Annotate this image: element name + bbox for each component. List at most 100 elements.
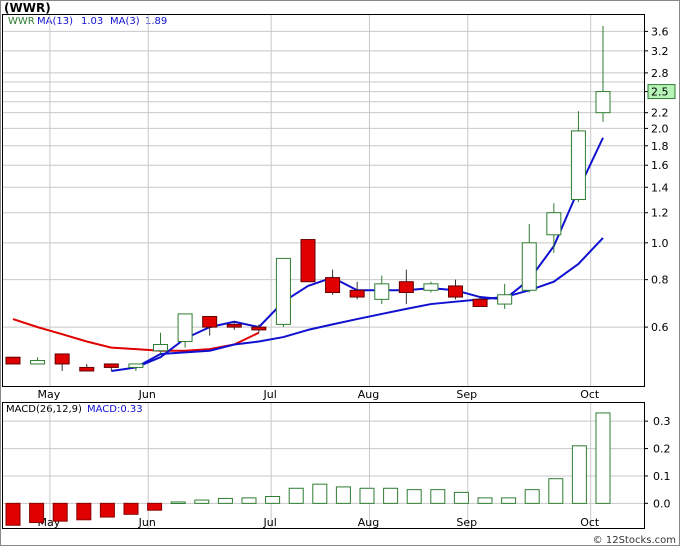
candle-body-up <box>374 283 390 300</box>
macd-tick-label: 0.0 <box>653 497 671 510</box>
macd-axis: 0.3 0.2 0.1 0.0 <box>644 415 671 510</box>
macd-bar-positive <box>265 496 281 504</box>
candle-body-down <box>251 326 267 331</box>
price-tick-label: 2.0 <box>651 122 669 135</box>
candle-body-up <box>177 313 193 342</box>
macd-month-axis: May Jun Jul Aug Sep Oct <box>38 516 600 529</box>
macd-bar-positive <box>453 491 469 504</box>
price-tick-label: 1.0 <box>651 237 669 250</box>
macd-bar-positive <box>194 499 210 504</box>
price-tick-label: 1.4 <box>651 181 669 194</box>
candle <box>153 332 168 354</box>
candle <box>300 239 316 283</box>
month-label: Oct <box>580 388 600 401</box>
price-tick-label: 3.6 <box>651 25 669 38</box>
macd-month-label: Oct <box>580 516 600 529</box>
macd-bar-positive <box>524 489 540 504</box>
candle-body-up <box>30 360 46 365</box>
macd-month-label: Sep <box>456 516 477 529</box>
candle-body-down <box>103 363 119 368</box>
candle-body-up <box>595 91 611 114</box>
candle-body-down <box>79 366 95 372</box>
macd-bar-positive <box>430 489 446 504</box>
price-tick-label: 0.6 <box>651 321 669 334</box>
month-label: May <box>38 388 61 401</box>
candle-body-up <box>423 283 439 291</box>
candle-body-up <box>275 257 291 325</box>
macd-bar-positive <box>335 486 351 504</box>
macd-tick-label: 0.2 <box>653 443 671 456</box>
month-label: Jun <box>138 388 156 401</box>
macd-legend: MACD(26,12,9) MACD:0.33 <box>6 404 143 415</box>
macd-month-label: Jun <box>138 516 156 529</box>
candle-body-up <box>153 344 168 352</box>
macd-bar-positive <box>217 497 233 504</box>
candle-body-down <box>349 289 365 298</box>
chart-title: (WWR) <box>4 1 51 15</box>
watermark: © 12Stocks.com <box>593 535 676 546</box>
price-tick-label: 0.8 <box>651 274 669 287</box>
macd-bar-negative <box>52 502 68 522</box>
candle <box>275 257 291 328</box>
macd-bar-positive <box>595 412 611 504</box>
month-label: Jul <box>262 388 276 401</box>
price-tick-label: 1.2 <box>651 207 669 220</box>
price-grid <box>2 14 644 386</box>
month-label: Sep <box>456 388 477 401</box>
candle-body-down <box>5 356 21 365</box>
macd-bar-negative <box>29 502 45 524</box>
macd-legend-value: MACD:0.33 <box>87 404 143 415</box>
price-tick-label: 3.2 <box>651 45 669 58</box>
candle <box>423 281 439 293</box>
candle <box>595 25 611 122</box>
macd-bar-positive <box>312 483 328 504</box>
candle-body-up <box>128 363 144 368</box>
macd-bar-positive <box>571 445 587 504</box>
macd-histogram <box>5 412 611 526</box>
legend-ma13-label: MA(13) <box>37 16 73 27</box>
legend-symbol: WWR <box>8 16 35 27</box>
macd-bar-positive <box>383 487 399 504</box>
macd-bar-negative <box>99 502 115 518</box>
candle-body-down <box>226 323 242 328</box>
candle <box>54 353 70 371</box>
candle-body-up <box>546 212 562 236</box>
macd-bar-positive <box>170 501 186 504</box>
candle <box>5 356 21 365</box>
macd-bar-positive <box>477 497 493 504</box>
macd-bar-positive <box>241 497 257 504</box>
macd-bar-positive <box>548 478 564 504</box>
candle-body-up <box>497 294 513 305</box>
candle <box>448 279 463 300</box>
price-tick-label: 1.8 <box>651 140 669 153</box>
candle-body-down <box>398 281 414 294</box>
price-legend: WWR MA(13) 1.03 MA(3) 1.89 <box>8 16 167 27</box>
candle <box>521 224 537 293</box>
macd-month-label: Aug <box>358 516 379 529</box>
candle <box>398 269 414 305</box>
price-axis: 3.6 3.2 2.8 2.2 2.0 1.8 1.6 1.4 1.2 1.0 0.8 0.6 <box>644 25 669 334</box>
macd-tick-label: 0.1 <box>653 470 671 483</box>
macd-legend-label: MACD(26,12,9) <box>6 404 82 415</box>
candle <box>128 363 144 371</box>
macd-tick-label: 0.3 <box>653 415 671 428</box>
candle-body-down <box>472 298 488 307</box>
candle <box>325 269 341 295</box>
price-tick-label: 1.6 <box>651 159 669 172</box>
candle-body-down <box>448 285 463 298</box>
candle <box>349 281 365 300</box>
candle-body-up <box>521 242 537 291</box>
chart-stage: (WWR) WWR MA(13) 1.03 MA(3) 1.89 MACD(26… <box>0 0 680 546</box>
price-tick-label: 2.2 <box>651 107 669 120</box>
candle-body-up <box>570 130 586 201</box>
macd-bar-positive <box>288 487 304 504</box>
macd-bar-positive <box>501 497 517 504</box>
candle <box>30 357 46 365</box>
last-price-marker: 2.5 <box>647 84 676 100</box>
month-label: Aug <box>358 388 379 401</box>
macd-bar-negative <box>123 502 139 515</box>
price-panel-frame <box>2 14 645 387</box>
legend-ma3-label: MA(3) <box>110 16 140 27</box>
candle <box>546 203 562 254</box>
macd-month-label: Jul <box>262 516 276 529</box>
